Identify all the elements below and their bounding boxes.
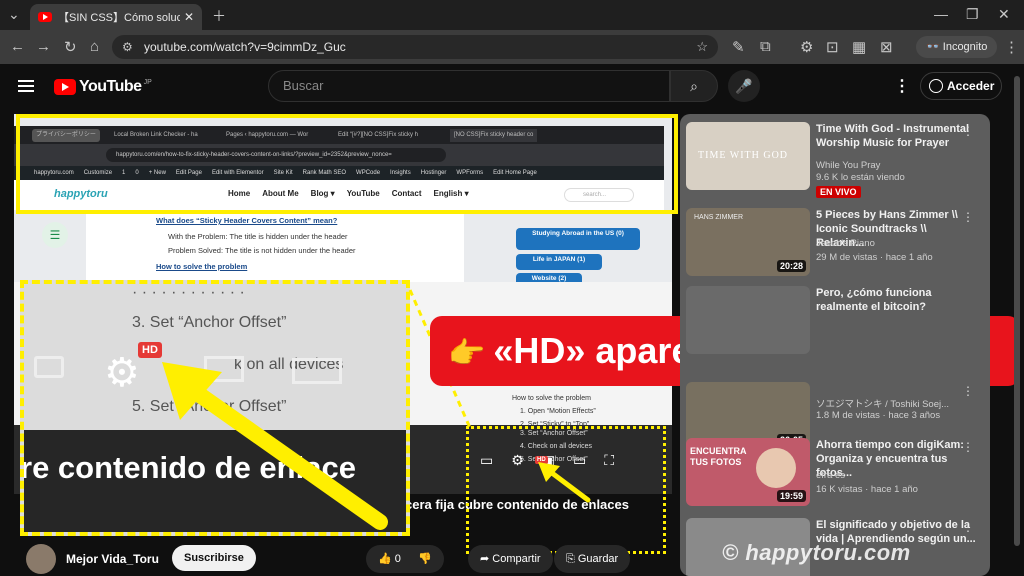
thumbs-up-icon: 👍 (378, 553, 395, 565)
thumbnail-text: TIME WITH GOD (698, 150, 789, 161)
more-options-icon[interactable]: ⋮ (962, 124, 974, 138)
video-title[interactable]: Pero, ¿cómo funciona realmente el bitcoi… (816, 286, 976, 314)
video-meta: 9.6 K lo están viendo (816, 172, 905, 183)
recommendation-item[interactable]: Pero, ¿cómo funciona realmente el bitcoi… (680, 278, 990, 356)
share-label: Compartir (492, 553, 541, 565)
channel-avatar[interactable] (26, 544, 56, 574)
thumbnail-text: HANS ZIMMER (694, 214, 743, 221)
like-button[interactable]: 👍 0 👎 (366, 545, 444, 573)
video-duration: 20:28 (776, 260, 806, 272)
page-scrollbar[interactable] (1014, 76, 1020, 546)
big-arrow-shaft (182, 380, 388, 530)
video-title[interactable]: Time With God - Instrumental Worship Mus… (816, 122, 976, 150)
video-thumbnail[interactable]: TIME WITH GOD (686, 122, 810, 190)
channel-label[interactable]: efra es (816, 470, 845, 481)
recommendation-item[interactable]: HANS ZIMMER 20:28 5 Pieces by Hans Zimme… (680, 200, 990, 278)
thumbs-down-icon[interactable]: 👎 (418, 553, 432, 565)
more-options-icon[interactable]: ⋮ (962, 384, 974, 398)
small-arrow-shaft (545, 467, 591, 503)
video-duration: 19:59 (776, 490, 806, 502)
bookmark-icon: ⎘ (566, 553, 578, 565)
video-thumbnail[interactable]: ENCUENTRA TUS FOTOS 19:59 (686, 438, 810, 506)
video-meta: 1.8 M de vistas · hace 3 años (816, 410, 941, 421)
share-icon: ➦ (480, 553, 493, 565)
save-button[interactable]: ⎘ Guardar (554, 545, 631, 573)
video-thumbnail[interactable]: HANS ZIMMER 20:28 (686, 208, 810, 276)
more-options-icon[interactable]: ⋮ (962, 440, 974, 454)
channel-label[interactable]: While You Pray (816, 160, 880, 171)
video-meta: 16 K vistas · hace 1 año (816, 484, 918, 495)
live-badge: EN VIVO (816, 186, 861, 198)
channel-label[interactable]: ソエジマトシキ / Toshiki Soej... (816, 396, 949, 410)
pointing-hand-icon: 👉 (448, 337, 486, 370)
subscribe-button[interactable]: Suscribirse (172, 545, 256, 571)
recommendation-item[interactable]: TIME WITH GOD Time With God - Instrument… (680, 114, 990, 198)
channel-name[interactable]: Mejor Vida_Toru (66, 552, 159, 566)
recommendations-sidebar: TIME WITH GOD Time With God - Instrument… (680, 114, 990, 576)
like-count: 0 (394, 553, 401, 565)
thumbnail-portrait (756, 448, 796, 488)
more-options-icon[interactable]: ⋮ (962, 520, 974, 534)
video-meta: 29 M de vistas · hace 1 año (816, 252, 933, 263)
channel-label[interactable]: Jacob's Piano (816, 238, 875, 249)
more-options-icon[interactable]: ⋮ (962, 210, 974, 224)
video-thumbnail[interactable] (686, 286, 810, 354)
save-label: Guardar (577, 553, 619, 565)
thumbnail-text: ENCUENTRA TUS FOTOS (690, 446, 747, 467)
recommendation-item[interactable]: ENCUENTRA TUS FOTOS 19:59 Ahorra tiempo … (680, 430, 990, 508)
share-button[interactable]: ➦ Compartir (468, 545, 553, 573)
watermark-text: © happytoru.com (722, 540, 911, 565)
